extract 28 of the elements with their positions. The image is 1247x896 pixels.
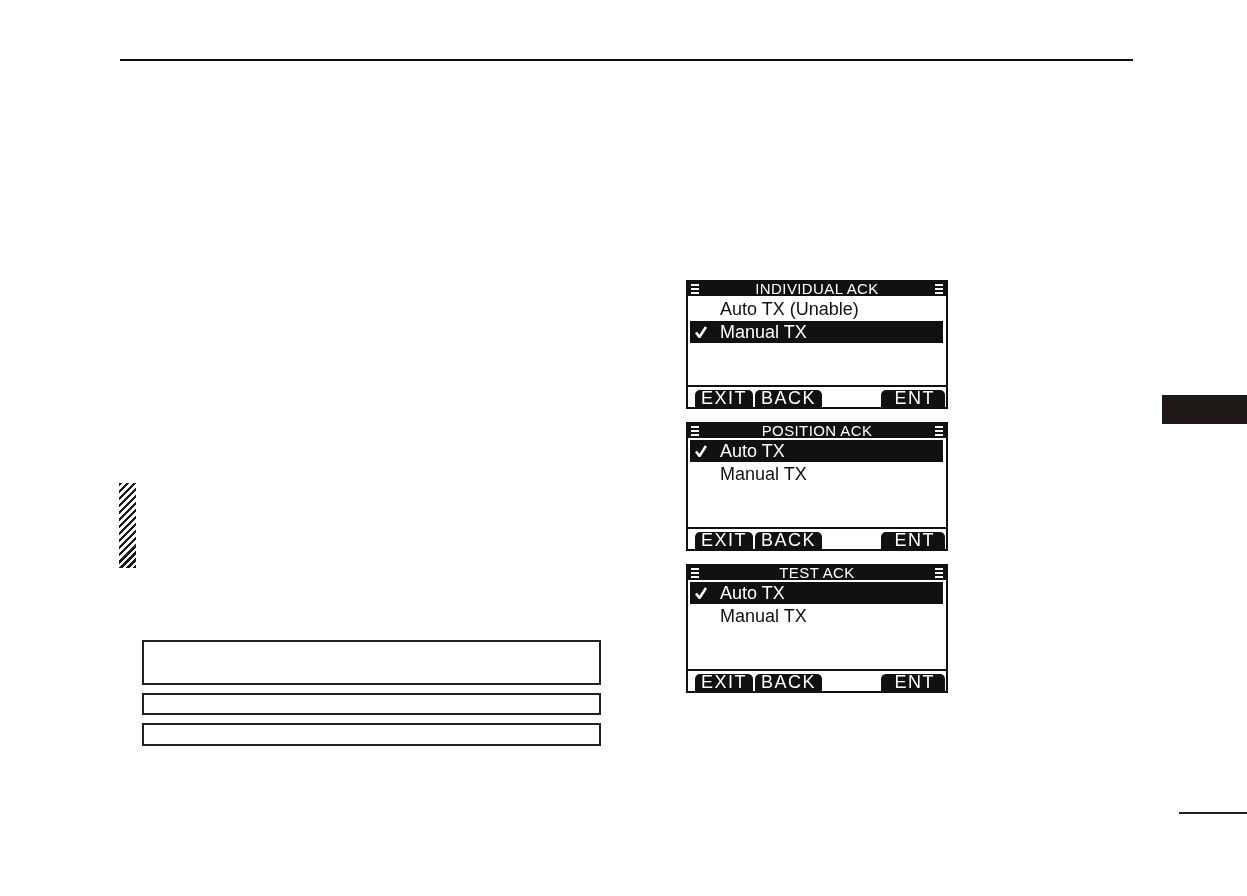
menu-icon (935, 426, 943, 436)
softkey-button[interactable]: ENT (880, 532, 945, 549)
menu-icon (691, 426, 699, 436)
softkey-button[interactable]: BACK (755, 390, 823, 407)
screen-title: POSITION ACK (761, 424, 873, 438)
option-item[interactable]: Manual TX (690, 605, 943, 627)
menu-icon (691, 568, 699, 578)
screen-title: INDIVIDUAL ACK (755, 282, 879, 296)
option-item[interactable]: Manual TX (690, 321, 943, 343)
softkey-button[interactable]: EXIT (695, 390, 753, 407)
check-icon (695, 326, 707, 338)
menu-icon (935, 568, 943, 578)
option-item[interactable]: Manual TX (690, 463, 943, 485)
menu-icon (691, 284, 699, 294)
softkey-button[interactable]: BACK (755, 532, 823, 549)
check-icon (695, 445, 707, 457)
softkey-button[interactable]: EXIT (695, 532, 753, 549)
hatched-strip-icon (119, 483, 136, 568)
option-item[interactable]: Auto TX (Unable) (690, 298, 943, 320)
screen-title: TEST ACK (779, 566, 855, 580)
softkey-button[interactable]: EXIT (695, 674, 753, 691)
softkey-button[interactable]: BACK (755, 674, 823, 691)
softkey-button[interactable]: ENT (880, 674, 945, 691)
check-icon (695, 587, 707, 599)
option-item[interactable]: Auto TX (690, 582, 943, 604)
option-item[interactable]: Auto TX (690, 440, 943, 462)
softkey-button[interactable]: ENT (880, 390, 945, 407)
menu-icon (935, 284, 943, 294)
